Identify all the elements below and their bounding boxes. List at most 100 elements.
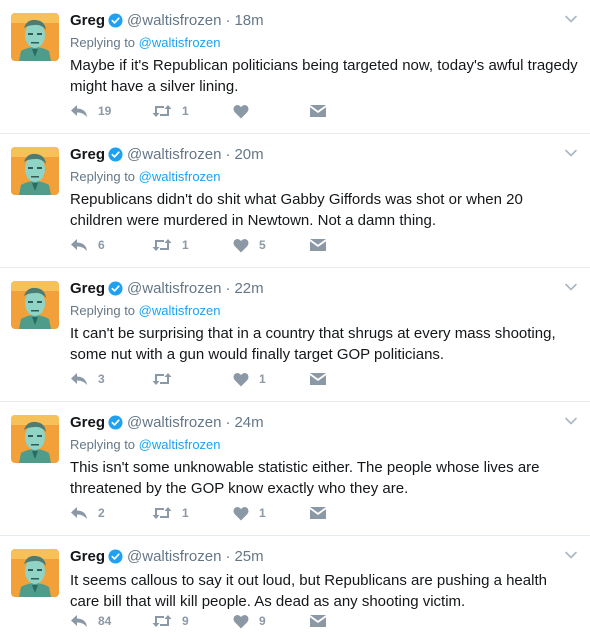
chevron-down-icon[interactable] — [564, 146, 578, 165]
direct-message-button[interactable] — [309, 238, 327, 252]
like-button[interactable]: 9 — [233, 614, 309, 629]
verified-badge-icon — [108, 548, 123, 564]
tweet[interactable]: Greg @waltisfrozen · 20m Replying to @wa… — [0, 134, 590, 268]
display-name[interactable]: Greg — [70, 146, 105, 163]
reply-button[interactable]: 2 — [70, 506, 152, 520]
retweet-button[interactable]: 9 — [152, 614, 233, 628]
retweet-button[interactable]: 1 — [152, 238, 233, 252]
retweet-count: 1 — [182, 506, 189, 520]
envelope-icon — [310, 615, 326, 627]
retweet-count: 1 — [182, 104, 189, 118]
tweet-text: Maybe if it's Republican politicians bei… — [70, 57, 578, 95]
chevron-down-icon[interactable] — [564, 548, 578, 567]
tweet-text: This isn't some unknowable statistic eit… — [70, 459, 540, 497]
reply-button[interactable]: 19 — [70, 104, 152, 118]
chevron-down-icon[interactable] — [564, 414, 578, 433]
tweet[interactable]: Greg @waltisfrozen · 25m It seems callou… — [0, 536, 590, 643]
like-count: 1 — [259, 506, 266, 520]
envelope-icon — [310, 373, 326, 385]
replying-to: Replying to @waltisfrozen — [70, 168, 578, 186]
retweet-button[interactable]: 1 — [152, 104, 233, 118]
tweet-header: Greg @waltisfrozen · 24m — [70, 411, 578, 433]
retweet-button[interactable] — [152, 372, 233, 386]
verified-badge-icon — [108, 280, 123, 296]
verified-badge-icon — [108, 414, 123, 430]
timestamp[interactable]: 24m — [234, 414, 263, 431]
avatar[interactable] — [11, 549, 59, 597]
verified-badge-icon — [108, 12, 123, 28]
tweet[interactable]: Greg @waltisfrozen · 24m Replying to @wa… — [0, 402, 590, 536]
replying-to-label: Replying to — [70, 437, 136, 452]
retweet-icon — [152, 615, 172, 627]
direct-message-button[interactable] — [309, 372, 327, 386]
replying-to-mention[interactable]: @waltisfrozen — [139, 169, 221, 184]
display-name[interactable]: Greg — [70, 548, 105, 565]
like-button[interactable]: 5 — [233, 238, 309, 253]
avatar[interactable] — [11, 415, 59, 463]
direct-message-button[interactable] — [309, 104, 327, 118]
display-name[interactable]: Greg — [70, 280, 105, 297]
heart-icon — [233, 506, 249, 520]
timestamp[interactable]: 22m — [234, 280, 263, 297]
tweet-actions: 6 1 5 — [70, 235, 327, 255]
envelope-icon — [310, 507, 326, 519]
tweet-content: Greg @waltisfrozen · 24m Replying to @wa… — [70, 411, 578, 499]
reply-button[interactable]: 84 — [70, 614, 152, 628]
avatar[interactable] — [11, 281, 59, 329]
direct-message-button[interactable] — [309, 614, 327, 628]
display-name[interactable]: Greg — [70, 414, 105, 431]
replying-to-mention[interactable]: @waltisfrozen — [139, 35, 221, 50]
replying-to-mention[interactable]: @waltisfrozen — [139, 303, 221, 318]
like-count: 1 — [259, 372, 266, 386]
reply-count: 84 — [98, 614, 112, 628]
reply-icon — [71, 105, 87, 117]
like-button[interactable]: 1 — [233, 506, 309, 521]
tweet-header: Greg @waltisfrozen · 18m — [70, 9, 578, 31]
replying-to-label: Replying to — [70, 169, 136, 184]
reply-button[interactable]: 6 — [70, 238, 152, 252]
tweet-actions: 19 1 — [70, 101, 327, 121]
reply-icon — [71, 239, 87, 251]
timestamp[interactable]: 20m — [234, 146, 263, 163]
like-button[interactable] — [233, 104, 309, 119]
separator-dot: · — [225, 145, 231, 163]
like-count: 9 — [259, 614, 266, 628]
username[interactable]: @waltisfrozen — [127, 280, 221, 297]
tweet-content: Greg @waltisfrozen · 18m Replying to @wa… — [70, 9, 578, 97]
envelope-icon — [310, 105, 326, 117]
username[interactable]: @waltisfrozen — [127, 146, 221, 163]
tweet-actions: 84 9 9 — [70, 611, 327, 631]
avatar[interactable] — [11, 13, 59, 61]
separator-dot: · — [225, 413, 231, 431]
tweet[interactable]: Greg @waltisfrozen · 22m Replying to @wa… — [0, 268, 590, 402]
replying-to-mention[interactable]: @waltisfrozen — [139, 437, 221, 452]
chevron-down-icon[interactable] — [564, 12, 578, 31]
separator-dot: · — [225, 279, 231, 297]
tweet-thread: Greg @waltisfrozen · 18m Replying to @wa… — [0, 0, 590, 643]
avatar[interactable] — [11, 147, 59, 195]
timestamp[interactable]: 18m — [234, 12, 263, 29]
reply-icon — [71, 615, 87, 627]
reply-count: 6 — [98, 238, 105, 252]
tweet[interactable]: Greg @waltisfrozen · 18m Replying to @wa… — [0, 0, 590, 134]
direct-message-button[interactable] — [309, 506, 327, 520]
timestamp[interactable]: 25m — [234, 548, 263, 565]
tweet-text: It seems callous to say it out loud, but… — [70, 572, 547, 610]
tweet-actions: 3 1 — [70, 369, 327, 389]
tweet-content: Greg @waltisfrozen · 20m Replying to @wa… — [70, 143, 578, 231]
username[interactable]: @waltisfrozen — [127, 414, 221, 431]
replying-to: Replying to @waltisfrozen — [70, 34, 578, 52]
username[interactable]: @waltisfrozen — [127, 548, 221, 565]
reply-icon — [71, 373, 87, 385]
retweet-count: 1 — [182, 238, 189, 252]
display-name[interactable]: Greg — [70, 12, 105, 29]
tweet-header: Greg @waltisfrozen · 25m — [70, 545, 578, 567]
username[interactable]: @waltisfrozen — [127, 12, 221, 29]
chevron-down-icon[interactable] — [564, 280, 578, 299]
reply-button[interactable]: 3 — [70, 372, 152, 386]
like-button[interactable]: 1 — [233, 372, 309, 387]
tweet-content: Greg @waltisfrozen · 22m Replying to @wa… — [70, 277, 578, 365]
retweet-button[interactable]: 1 — [152, 506, 233, 520]
tweet-actions: 2 1 1 — [70, 503, 327, 523]
retweet-icon — [152, 105, 172, 117]
